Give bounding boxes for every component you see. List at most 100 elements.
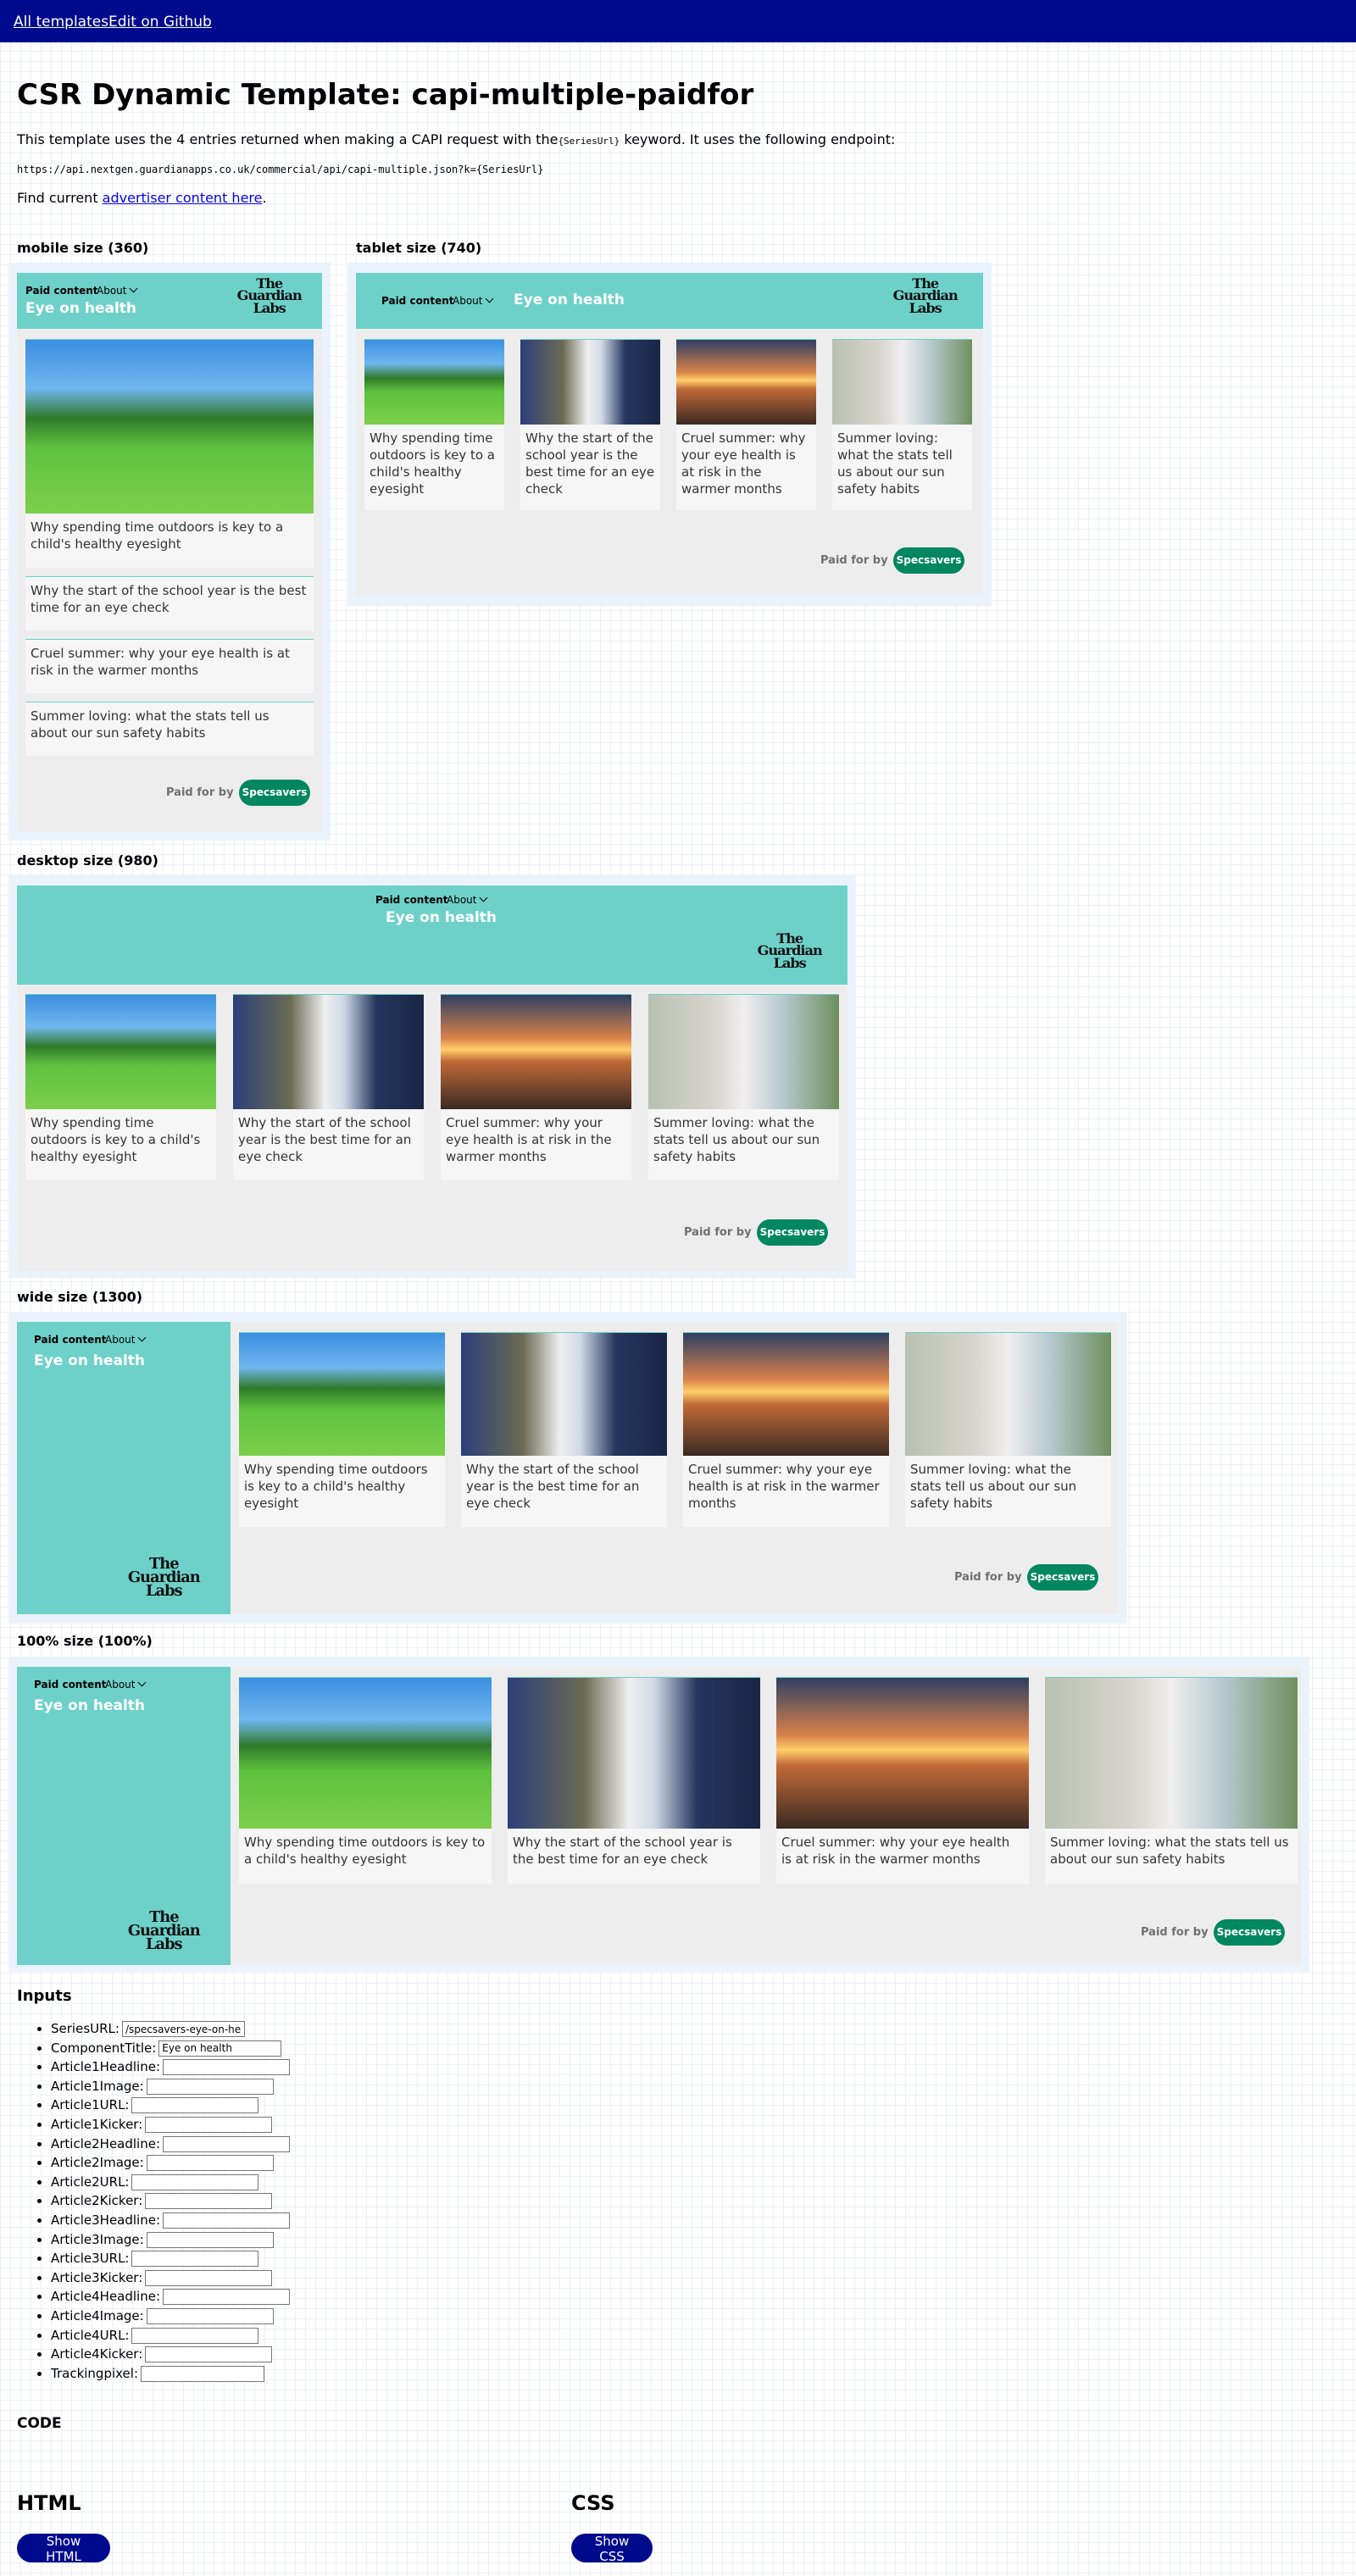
article-card-4[interactable]: Summer loving: what the stats tell us ab… (1045, 1677, 1298, 1884)
desktop-preview: Paid content About Eye on health The Guardia… (8, 875, 856, 1278)
article-headline-3: Cruel summer: why your eye health is at … (681, 430, 806, 497)
article-card-4[interactable]: Summer loving: what the stats tell us ab… (905, 1332, 1111, 1527)
about-dropdown[interactable]: About (97, 284, 138, 297)
input-field[interactable] (163, 2135, 291, 2152)
article-card-1[interactable]: Why spending time outdoors is key to a c… (239, 1677, 492, 1884)
input-label: SeriesURL: (51, 2021, 119, 2036)
article-headline-1: Why spending time outdoors is key to a c… (244, 1462, 428, 1511)
paid-content-label: Paid content (34, 1679, 107, 1690)
html-heading: HTML (17, 2491, 81, 2515)
component-title: Eye on health (34, 1352, 146, 1369)
input-field[interactable] (145, 2269, 273, 2286)
input-row: Article4Kicker: (51, 2345, 290, 2364)
about-dropdown[interactable]: About (105, 1678, 147, 1690)
input-field[interactable] (146, 2231, 274, 2248)
article-card-2[interactable]: Why the start of the school year is the … (508, 1677, 760, 1884)
css-heading: CSS (571, 2491, 615, 2515)
chevron-down-icon (486, 294, 494, 303)
input-row: Article4Headline: (51, 2287, 291, 2307)
guardian-labs-logo: The Guardian Labs (757, 930, 823, 971)
article-card-1[interactable]: Why spending time outdoors is key to a c… (25, 994, 216, 1180)
input-field[interactable] (146, 2078, 274, 2095)
article-headline-1: Why spending time outdoors is key to a c… (31, 1115, 201, 1164)
paid-content-label: Paid content (34, 1334, 107, 1346)
article-card-3[interactable]: Cruel summer: why your eye health is at … (683, 1332, 889, 1527)
article-card-2[interactable]: Why the start of the school year is the … (25, 576, 314, 630)
article-headline-4: Summer loving: what the stats tell us ab… (837, 430, 953, 497)
article-headline-2: Why the start of the school year is the … (238, 1115, 412, 1164)
specsavers-logo[interactable]: Specsavers (239, 780, 310, 806)
input-field[interactable] (145, 2346, 273, 2363)
input-row: Article3URL: (51, 2249, 290, 2268)
input-field[interactable] (163, 2059, 291, 2076)
specsavers-logo[interactable]: Specsavers (893, 547, 964, 574)
guardian-labs-logo: The Guardian Labs (127, 1908, 201, 1953)
input-field[interactable] (141, 2365, 265, 2382)
article-card-1[interactable]: Why spending time outdoors is key to a c… (364, 339, 504, 510)
specsavers-logo[interactable]: Specsavers (757, 1219, 828, 1246)
article-card-2[interactable]: Why the start of the school year is the … (520, 339, 660, 510)
article-headline-4: Summer loving: what the stats tell us ab… (1050, 1835, 1289, 1867)
paid-for-by-label: Paid for by (166, 786, 234, 799)
advertiser-content-link[interactable]: advertiser content here (103, 190, 263, 206)
inputs-list: SeriesURL: ComponentTitle: Article1Headlin… (51, 2019, 291, 2383)
about-dropdown[interactable]: About (453, 294, 494, 307)
article-card-3[interactable]: Cruel summer: why your eye health is at … (776, 1677, 1029, 1884)
edit-on-github-link[interactable]: Edit on Github (108, 14, 212, 31)
article-image-1 (364, 340, 504, 425)
input-field[interactable] (131, 2327, 259, 2344)
input-field[interactable] (145, 2193, 273, 2210)
input-field[interactable] (146, 2155, 274, 2172)
page-title: CSR Dynamic Template: capi-multiple-paid… (17, 78, 754, 112)
article-card-3[interactable]: Cruel summer: why your eye health is at … (441, 994, 631, 1180)
article-card-2[interactable]: Why the start of the school year is the … (233, 994, 424, 1180)
article-headline-1: Why spending time outdoors is key to a c… (370, 430, 495, 497)
input-field[interactable] (131, 2174, 259, 2190)
article-image-4 (905, 1333, 1111, 1456)
input-row: Article2URL: (51, 2173, 290, 2192)
input-label: Article2Kicker: (51, 2193, 143, 2209)
full-size-label: 100% size (100%) (17, 1633, 153, 1649)
paid-for-by-label: Paid for by (684, 1226, 752, 1239)
input-label: Article2Headline: (51, 2135, 161, 2151)
input-field[interactable] (145, 2116, 273, 2133)
article-card-4[interactable]: Summer loving: what the stats tell us ab… (832, 339, 972, 510)
guardian-labs-logo: The Guardian Labs (236, 275, 303, 316)
about-dropdown[interactable]: About (105, 1333, 147, 1346)
input-row: Article1Kicker: (51, 2115, 290, 2135)
specsavers-logo[interactable]: Specsavers (1027, 1564, 1098, 1591)
input-field[interactable] (146, 2307, 274, 2324)
input-row: Article2Image: (51, 2153, 290, 2173)
article-card-2[interactable]: Why the start of the school year is the … (461, 1332, 667, 1527)
article-card-1[interactable]: Why spending time outdoors is key to a c… (239, 1332, 445, 1527)
article-card-1[interactable]: Why spending time outdoors is key to a c… (25, 339, 314, 568)
guardian-labs-logo: The Guardian Labs (127, 1555, 201, 1600)
input-field[interactable] (163, 2212, 291, 2229)
input-field[interactable] (131, 2097, 259, 2114)
input-field[interactable] (158, 2040, 282, 2057)
capi-component: Paid content About Eye on health The Guardia… (17, 886, 848, 1271)
show-html-button[interactable]: Show HTML (17, 2534, 110, 2564)
capi-component: Paid content About Eye on health The Guardia… (356, 273, 983, 595)
show-css-button[interactable]: Show CSS (571, 2534, 653, 2564)
component-title: Eye on health (25, 300, 137, 317)
top-nav-bar: All templates Edit on Github (0, 0, 1356, 42)
input-row: Article1Headline: (51, 2057, 291, 2077)
specsavers-logo[interactable]: Specsavers (1214, 1919, 1285, 1946)
component-header: Paid content About Eye on health The Guardia… (17, 886, 848, 985)
article-image-4 (648, 995, 839, 1109)
input-label: Article1Image: (51, 2078, 144, 2094)
article-card-4[interactable]: Summer loving: what the stats tell us ab… (25, 702, 314, 756)
article-image-3 (683, 1333, 889, 1456)
article-card-3[interactable]: Cruel summer: why your eye health is at … (25, 639, 314, 693)
all-templates-link[interactable]: All templates (14, 14, 108, 31)
input-field[interactable] (163, 2289, 291, 2306)
article-card-3[interactable]: Cruel summer: why your eye health is at … (676, 339, 816, 510)
article-card-4[interactable]: Summer loving: what the stats tell us ab… (648, 994, 839, 1180)
capi-component: Paid content About Eye on health The Guardia… (17, 273, 322, 832)
input-row: Article3Kicker: (51, 2268, 290, 2288)
input-field[interactable] (131, 2251, 259, 2268)
about-dropdown[interactable]: About (447, 893, 488, 906)
input-field[interactable] (121, 2021, 245, 2037)
component-header: Paid content About Eye on health The Guardia… (356, 273, 983, 329)
